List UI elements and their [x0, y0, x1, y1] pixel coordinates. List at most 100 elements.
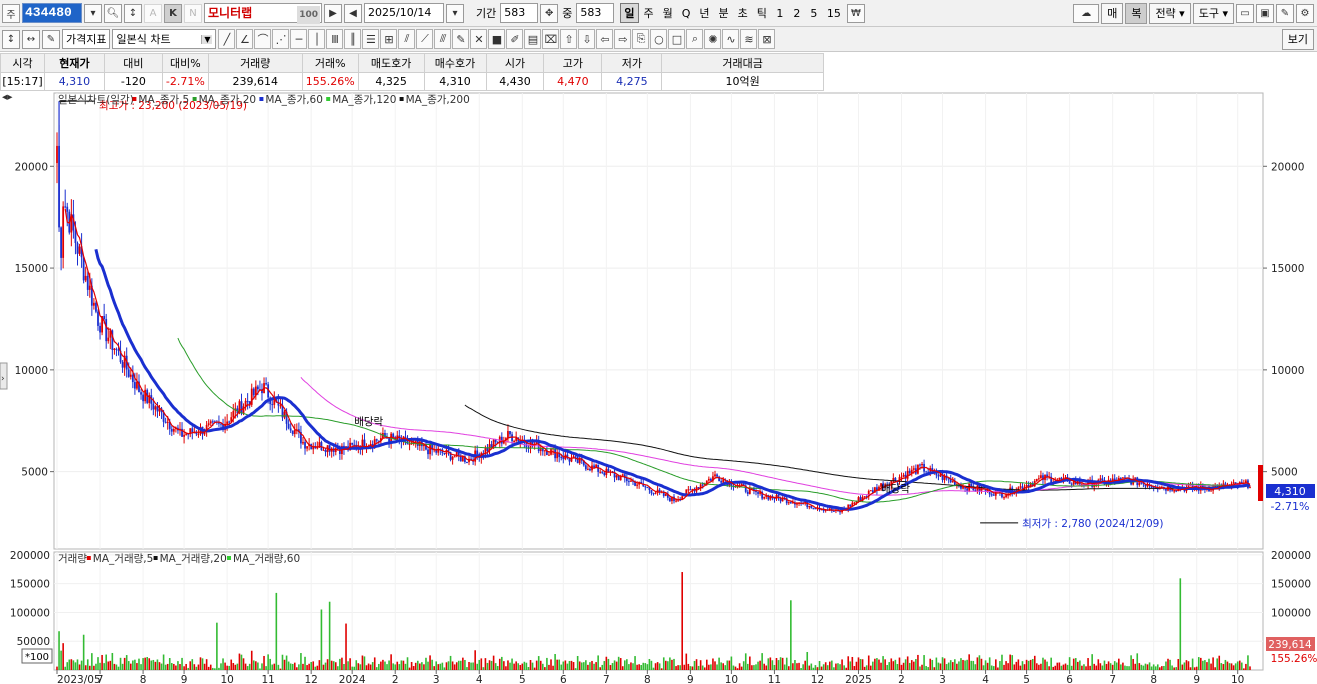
candle-body — [392, 433, 395, 438]
grid-tool-icon[interactable]: Ⅲ — [326, 29, 344, 49]
period-button[interactable]: 5 — [806, 3, 822, 23]
volume-bar — [683, 664, 686, 670]
rect-tool-icon[interactable]: □ — [668, 29, 686, 49]
note-tool-icon[interactable]: ▤ — [524, 29, 542, 49]
line-tool-icon[interactable]: ╱ — [218, 29, 236, 49]
strategy-button[interactable]: 전략 ▾ — [1149, 2, 1191, 24]
k-button[interactable]: K — [164, 3, 182, 23]
circle-tool-icon[interactable]: ○ — [650, 29, 668, 49]
calendar-dropdown-icon[interactable]: ▾ — [446, 3, 464, 23]
period-button[interactable]: 주 — [640, 3, 658, 23]
volume-bar — [697, 665, 700, 670]
vline-tool-icon[interactable]: │ — [308, 29, 326, 49]
volume-bar — [404, 663, 407, 670]
table-tool-icon[interactable]: ☰ — [362, 29, 380, 49]
prev-arrow-icon[interactable]: ◀ — [344, 3, 362, 23]
volume-bar — [529, 660, 532, 670]
next-arrow-icon[interactable]: ▶ — [324, 3, 342, 23]
view-button[interactable]: 보기 — [1281, 28, 1314, 50]
volume-bar — [794, 660, 796, 670]
count-input[interactable]: 583 — [576, 3, 615, 23]
hline-tool-icon[interactable]: ─ — [290, 29, 308, 49]
volume-bar — [277, 664, 280, 670]
volume-bar — [320, 609, 323, 670]
chart-type-dropdown[interactable]: 일본식 차트 ▼ — [112, 29, 217, 49]
bars-tool-icon[interactable]: ║ — [344, 29, 362, 49]
trend-tool-icon[interactable]: ⟋ — [416, 29, 434, 49]
volume-bar — [962, 659, 964, 670]
volume-bar — [230, 659, 233, 670]
channel-tool-icon[interactable]: ⫽ — [398, 29, 416, 49]
down-arrow-icon[interactable]: ⇩ — [578, 29, 596, 49]
volume-bar — [474, 650, 476, 670]
save-icon[interactable]: ▣ — [1256, 3, 1274, 23]
volume-bar — [931, 659, 934, 670]
volume-bar — [1058, 662, 1061, 670]
volume-bar — [626, 659, 628, 670]
period-button[interactable]: 2 — [789, 3, 805, 23]
cross-tool-icon[interactable]: ✕ — [470, 29, 488, 49]
pen-tool-icon[interactable]: ✎ — [452, 29, 470, 49]
stock-name-field[interactable]: 모니터랩 100 — [204, 3, 322, 24]
search-icon[interactable]: 🔍︎ — [104, 3, 122, 23]
volume-bar — [935, 657, 938, 670]
wave2-tool-icon[interactable]: ≋ — [740, 29, 758, 49]
stock-code-input[interactable]: 434480 — [22, 3, 82, 23]
up-arrow-icon[interactable]: ⇧ — [560, 29, 578, 49]
move-icon[interactable]: ✥ — [540, 3, 559, 23]
left-right-icon[interactable]: ↔ — [22, 29, 40, 49]
period-button[interactable]: 일 — [620, 3, 639, 23]
left-arrow-icon[interactable]: ⇦ — [596, 29, 614, 49]
stock-chart[interactable]: 5000 5000 10000 10000 15000 15000 20000 20000 5… — [0, 91, 1317, 684]
volume-bar — [796, 663, 798, 670]
zoom-tool-icon[interactable]: ⌕ — [686, 29, 704, 49]
period-button[interactable]: 년 — [695, 3, 713, 23]
volume-bar — [1038, 664, 1040, 670]
a-button[interactable]: A — [144, 3, 162, 23]
candle-body — [265, 383, 267, 385]
legend-swatch — [399, 97, 404, 101]
volume-bar — [468, 661, 470, 670]
delete-tool-icon[interactable]: ⊠ — [758, 29, 776, 49]
copy-button[interactable]: 복 — [1125, 2, 1148, 24]
arc-tool-icon[interactable]: ⌒ — [254, 29, 272, 49]
period-button[interactable]: 1 — [772, 3, 788, 23]
folder-icon[interactable]: ▭ — [1236, 3, 1254, 23]
period-input[interactable]: 583 — [500, 3, 539, 23]
period-button[interactable]: 15 — [823, 3, 845, 23]
price-index-dropdown[interactable]: 가격지표 — [62, 29, 111, 49]
volume-bar — [1236, 661, 1239, 670]
buy-sell-button[interactable]: 매 — [1101, 2, 1124, 24]
period-button[interactable]: 틱 — [753, 3, 771, 23]
settings-icon[interactable]: ✎ — [1276, 3, 1294, 23]
fibo-tool-icon[interactable]: ⊞ — [380, 29, 398, 49]
date-input[interactable]: 2025/10/14 — [364, 3, 444, 23]
picture-tool-icon[interactable]: ⌧ — [542, 29, 560, 49]
angle-tool-icon[interactable]: ∠ — [236, 29, 254, 49]
doc-tool-icon[interactable]: ⎘ — [632, 29, 650, 49]
fan-tool-icon[interactable]: ⋰ — [272, 29, 290, 49]
code-dropdown-icon[interactable]: ▾ — [84, 3, 102, 23]
bar-chart-icon[interactable]: ₩ — [846, 3, 865, 23]
parallel-tool-icon[interactable]: ⫻ — [434, 29, 452, 49]
gear-tool-icon[interactable]: ✺ — [704, 29, 722, 49]
period-button[interactable]: Q — [678, 3, 695, 23]
n-button[interactable]: N — [184, 3, 202, 23]
volume-bar — [1159, 667, 1161, 670]
wave-tool-icon[interactable]: ∿ — [722, 29, 740, 49]
candle-body — [900, 476, 903, 478]
edit-icon[interactable]: ✎ — [42, 29, 60, 49]
tools-button[interactable]: 도구 ▾ — [1192, 2, 1234, 24]
color-tool-icon[interactable]: ■ — [488, 29, 506, 49]
period-button[interactable]: 분 — [715, 3, 733, 23]
wrench-icon[interactable]: ⚙ — [1296, 3, 1314, 23]
period-button[interactable]: 초 — [734, 3, 752, 23]
period-button[interactable]: 월 — [659, 3, 677, 23]
stock-name-badge: 100 — [297, 6, 320, 24]
brush-tool-icon[interactable]: ✐ — [506, 29, 524, 49]
sort-icon[interactable]: ↕ — [124, 3, 142, 23]
right-arrow-icon[interactable]: ⇨ — [614, 29, 632, 49]
cloud-icon[interactable]: ☁ — [1073, 3, 1100, 23]
collapse-arrows-icon[interactable]: ◂▸ — [2, 91, 13, 103]
up-down-icon[interactable]: ↕ — [2, 29, 20, 49]
